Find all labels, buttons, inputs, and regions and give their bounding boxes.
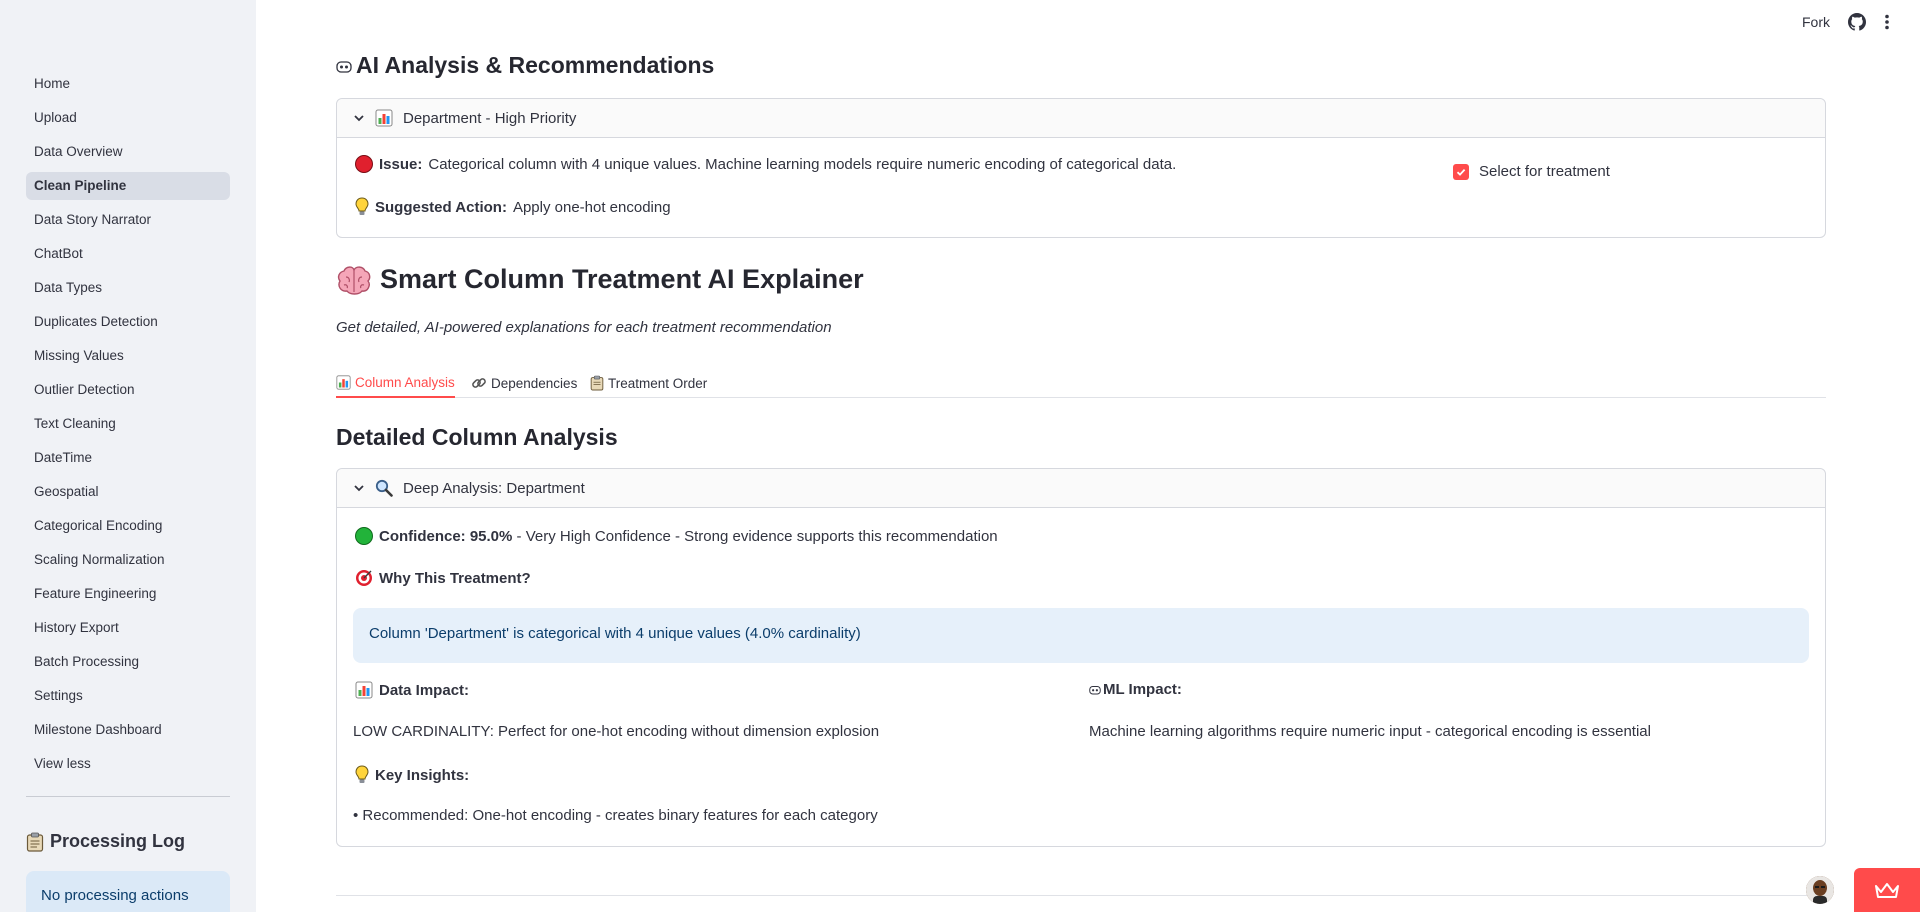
avatar[interactable] — [1806, 876, 1834, 904]
ml-impact-row: ML Impact: — [1089, 681, 1182, 698]
tab-dependencies[interactable]: Dependencies — [471, 368, 577, 398]
sidebar-item-chatbot[interactable]: ChatBot — [26, 240, 230, 268]
detailed-analysis-heading: Detailed Column Analysis — [336, 424, 618, 451]
sidebar-item-geospatial[interactable]: Geospatial — [26, 478, 230, 506]
chevron-down-icon — [353, 112, 365, 124]
issue-row: Issue: Categorical column with 4 unique … — [355, 155, 1176, 173]
processing-log-info: No processing actions — [26, 871, 230, 912]
issue-text: Categorical column with 4 unique values.… — [428, 155, 1177, 173]
ml-impact-text: Machine learning algorithms require nume… — [1089, 723, 1651, 740]
green-circle-icon — [355, 527, 373, 545]
suggested-action-text: Apply one-hot encoding — [512, 198, 671, 216]
key-insights-text: • Recommended: One-hot encoding - create… — [353, 807, 878, 824]
fork-button[interactable]: Fork — [1802, 14, 1830, 30]
sidebar-item-milestone-dashboard[interactable]: Milestone Dashboard — [26, 716, 230, 744]
detailed-analysis-title: Detailed Column Analysis — [336, 424, 618, 450]
sidebar-item-datetime[interactable]: DateTime — [26, 444, 230, 472]
recommendation-expander: Department - High Priority Issue: Catego… — [336, 98, 1826, 238]
ai-analysis-title: AI Analysis & Recommendations — [356, 52, 715, 78]
sidebar-nav: Home Upload Data Overview Clean Pipeline… — [26, 70, 230, 750]
sidebar-item-feature-engineering[interactable]: Feature Engineering — [26, 580, 230, 608]
sidebar-divider — [26, 796, 230, 797]
sidebar-item-categorical-encoding[interactable]: Categorical Encoding — [26, 512, 230, 540]
bottom-divider — [336, 895, 1826, 896]
ml-impact-label: ML Impact: — [1103, 681, 1182, 698]
brain-icon — [336, 265, 372, 295]
bar-chart-icon — [336, 374, 351, 390]
key-insights-label: Key Insights: — [375, 766, 470, 784]
magnifier-icon — [375, 479, 393, 497]
why-info-box: Column 'Department' is categorical with … — [353, 608, 1809, 663]
view-less-link[interactable]: View less — [34, 756, 91, 771]
github-icon[interactable] — [1848, 13, 1866, 31]
lightbulb-icon — [355, 197, 369, 217]
select-for-treatment-label: Select for treatment — [1479, 163, 1610, 180]
tab-column-analysis[interactable]: Column Analysis — [336, 368, 455, 398]
target-icon — [355, 569, 373, 587]
why-label: Why This Treatment? — [379, 569, 531, 587]
streamlit-crown-button[interactable] — [1854, 868, 1920, 912]
sidebar-item-missing-values[interactable]: Missing Values — [26, 342, 230, 370]
data-impact-row: Data Impact: — [355, 681, 469, 699]
red-circle-icon — [355, 155, 373, 173]
sidebar-item-history-export[interactable]: History Export — [26, 614, 230, 642]
sidebar-item-duplicates-detection[interactable]: Duplicates Detection — [26, 308, 230, 336]
sidebar-item-data-overview[interactable]: Data Overview — [26, 138, 230, 166]
link-icon — [471, 375, 487, 391]
lightbulb-icon — [355, 765, 369, 785]
chevron-down-icon — [353, 482, 365, 494]
clipboard-icon — [26, 832, 44, 852]
sidebar-item-batch-processing[interactable]: Batch Processing — [26, 648, 230, 676]
bar-chart-icon — [355, 681, 373, 699]
clipboard-icon — [590, 375, 604, 391]
deep-analysis-expander-header[interactable]: Deep Analysis: Department — [337, 469, 1825, 508]
sidebar-item-data-story-narrator[interactable]: Data Story Narrator — [26, 206, 230, 234]
checkmark-icon[interactable] — [1453, 163, 1469, 180]
confidence-label: Confidence: 95.0% — [379, 527, 513, 545]
sidebar-item-outlier-detection[interactable]: Outlier Detection — [26, 376, 230, 404]
sidebar-item-data-types[interactable]: Data Types — [26, 274, 230, 302]
select-for-treatment-checkbox[interactable]: Select for treatment — [1453, 163, 1610, 180]
recommendation-expander-header[interactable]: Department - High Priority — [337, 99, 1825, 138]
robot-icon — [336, 59, 352, 73]
sidebar-item-scaling-normalization[interactable]: Scaling Normalization — [26, 546, 230, 574]
sidebar-item-text-cleaning[interactable]: Text Cleaning — [26, 410, 230, 438]
sidebar-item-upload[interactable]: Upload — [26, 104, 230, 132]
why-row: Why This Treatment? — [355, 569, 531, 587]
tab-column-analysis-label: Column Analysis — [355, 374, 455, 390]
more-options-icon[interactable] — [1884, 14, 1890, 30]
crown-icon — [1874, 881, 1900, 899]
sidebar: Home Upload Data Overview Clean Pipeline… — [0, 0, 256, 912]
deep-analysis-expander: Deep Analysis: Department Confidence: 95… — [336, 468, 1826, 847]
data-impact-label: Data Impact: — [379, 681, 470, 699]
tab-treatment-order[interactable]: Treatment Order — [590, 368, 707, 398]
processing-log-heading: Processing Log — [26, 831, 185, 852]
explainer-tabs: Column Analysis Dependencies Treatment O… — [336, 362, 1826, 398]
explainer-title: Smart Column Treatment AI Explainer — [380, 264, 864, 294]
key-insights-row: Key Insights: — [355, 765, 469, 785]
tab-treatment-order-label: Treatment Order — [608, 375, 708, 391]
explainer-subtitle: Get detailed, AI-powered explanations fo… — [336, 319, 832, 336]
deep-analysis-expander-title: Deep Analysis: Department — [403, 479, 585, 497]
bar-chart-icon — [375, 109, 393, 127]
suggested-action-label: Suggested Action: — [375, 198, 507, 216]
confidence-text: - Very High Confidence - Strong evidence… — [512, 527, 998, 545]
issue-label: Issue: — [379, 155, 423, 173]
recommendation-expander-title: Department - High Priority — [403, 109, 577, 127]
tab-dependencies-label: Dependencies — [491, 375, 578, 391]
suggested-action-row: Suggested Action: Apply one-hot encoding — [355, 197, 671, 217]
sidebar-item-clean-pipeline[interactable]: Clean Pipeline — [26, 172, 230, 200]
sidebar-item-settings[interactable]: Settings — [26, 682, 230, 710]
data-impact-text: LOW CARDINALITY: Perfect for one-hot enc… — [353, 723, 880, 740]
robot-icon — [1089, 684, 1101, 695]
sidebar-item-home[interactable]: Home — [26, 70, 230, 98]
confidence-row: Confidence: 95.0% - Very High Confidence… — [355, 527, 998, 545]
explainer-heading: Smart Column Treatment AI Explainer — [336, 264, 864, 295]
processing-log-title: Processing Log — [50, 831, 186, 851]
ai-analysis-heading: AI Analysis & Recommendations — [336, 52, 714, 79]
top-toolbar: Fork — [1802, 0, 1920, 44]
